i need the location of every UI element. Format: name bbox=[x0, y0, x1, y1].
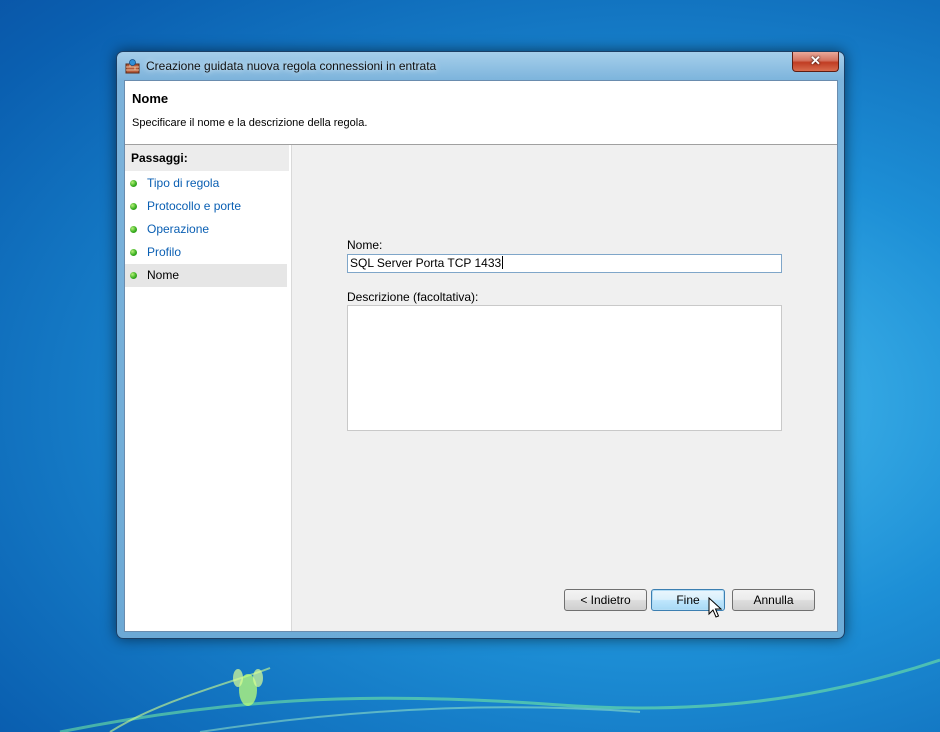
wizard-client-area: Nome Specificare il nome e la descrizion… bbox=[124, 80, 838, 632]
step-label: Nome bbox=[147, 268, 180, 282]
wizard-content: Nome: SQL Server Porta TCP 1433 Descrizi… bbox=[294, 145, 837, 631]
step-operazione[interactable]: Operazione bbox=[125, 218, 287, 241]
close-button[interactable]: ✕ bbox=[792, 52, 839, 72]
steps-heading: Passaggi: bbox=[125, 145, 289, 172]
step-complete-icon bbox=[130, 226, 137, 233]
step-protocollo-e-porte[interactable]: Protocollo e porte bbox=[125, 195, 287, 218]
step-label[interactable]: Tipo di regola bbox=[147, 176, 219, 190]
step-current-icon bbox=[130, 272, 137, 279]
step-tipo-di-regola[interactable]: Tipo di regola bbox=[125, 172, 287, 195]
step-label[interactable]: Profilo bbox=[147, 245, 181, 259]
step-complete-icon bbox=[130, 249, 137, 256]
back-button[interactable]: < Indietro bbox=[564, 589, 647, 611]
steps-sidebar: Passaggi: Tipo di regola Protocollo e po… bbox=[125, 145, 291, 631]
step-complete-icon bbox=[130, 180, 137, 187]
step-profilo[interactable]: Profilo bbox=[125, 241, 287, 264]
window-title: Creazione guidata nuova regola connessio… bbox=[146, 59, 437, 73]
text-caret bbox=[502, 256, 504, 269]
steps-list: Tipo di regola Protocollo e porte Operaz… bbox=[125, 172, 291, 287]
step-nome: Nome bbox=[125, 264, 287, 287]
steps-heading-label: Passaggi: bbox=[131, 151, 188, 165]
name-input-value: SQL Server Porta TCP 1433 bbox=[350, 256, 502, 270]
description-textarea[interactable] bbox=[347, 305, 782, 431]
page-description: Specificare il nome e la descrizione del… bbox=[132, 117, 368, 129]
mouse-pointer-icon bbox=[708, 597, 722, 618]
firewall-icon bbox=[125, 59, 140, 74]
description-label: Descrizione (facoltativa): bbox=[347, 290, 479, 304]
name-input[interactable]: SQL Server Porta TCP 1433 bbox=[347, 254, 782, 273]
step-label[interactable]: Operazione bbox=[147, 222, 209, 236]
name-label: Nome: bbox=[347, 238, 383, 252]
cancel-button[interactable]: Annulla bbox=[732, 589, 815, 611]
title-bar[interactable]: Creazione guidata nuova regola connessio… bbox=[117, 52, 844, 80]
wizard-header: Nome Specificare il nome e la descrizion… bbox=[125, 81, 837, 145]
step-label[interactable]: Protocollo e porte bbox=[147, 199, 241, 213]
step-complete-icon bbox=[130, 203, 137, 210]
page-title: Nome bbox=[132, 91, 169, 106]
wallpaper-fish-logo bbox=[233, 669, 263, 706]
wizard-window: Creazione guidata nuova regola connessio… bbox=[116, 51, 845, 639]
